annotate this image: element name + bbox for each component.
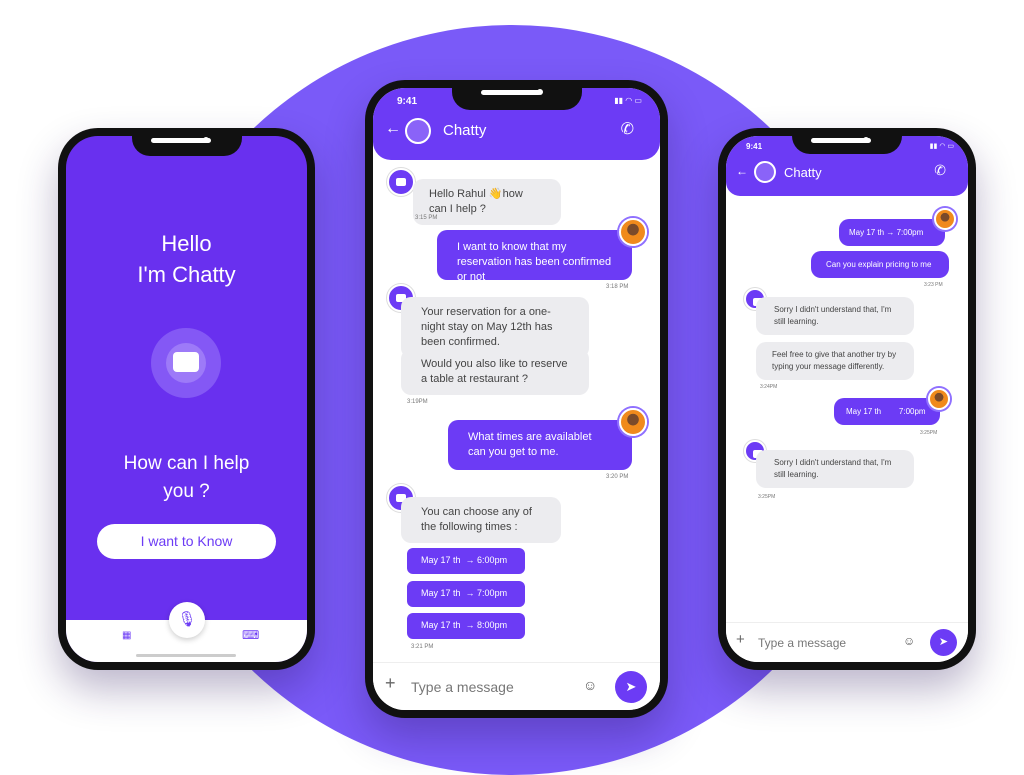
back-arrow-icon[interactable]: ← [385, 120, 401, 138]
status-time: 9:41 [397, 96, 418, 107]
message-bot: You can choose any of the following time… [401, 497, 561, 543]
bot-avatar [405, 118, 431, 144]
emoji-icon[interactable]: ☺ [583, 677, 597, 693]
message-time: 3:18 PM [606, 284, 629, 290]
notch [131, 128, 242, 156]
help-prompt: How can I help you ? [123, 453, 250, 502]
plus-icon[interactable]: + [736, 631, 745, 648]
notch [451, 80, 582, 110]
home-indicator [136, 654, 236, 657]
user-avatar [619, 218, 647, 246]
greeting: Hello [161, 231, 212, 256]
send-button[interactable]: ➤ [615, 671, 647, 703]
message-time: 3:19PM [407, 399, 428, 405]
plus-icon[interactable]: + [385, 673, 396, 694]
message-bot: Sorry I didn't understand that, I'm stil… [756, 450, 914, 488]
input-bar: + Type a message ☺ ➤ [726, 622, 968, 662]
chat-title: Chatty [784, 165, 822, 180]
bot-logo-icon [151, 328, 221, 398]
user-avatar [934, 208, 956, 230]
status-time: 9:41 [746, 142, 763, 151]
grid-icon[interactable]: ▦ [122, 630, 131, 641]
user-avatar [928, 388, 950, 410]
phone-call-icon[interactable]: ✆ [934, 162, 946, 179]
i-want-to-know-button[interactable]: I want to Know [97, 524, 276, 559]
chat-screen: 9:41 ▮▮ ◠ ▭ ← Chatty ✆ Hello Rahul 👋how … [373, 88, 660, 710]
mic-button[interactable]: 🎙 [169, 602, 205, 638]
user-avatar [619, 408, 647, 436]
message-time: 3:24PM [760, 384, 778, 390]
time-option-button[interactable]: May 17 th → 7:00pm [407, 581, 525, 607]
status-icons: ▮▮ ◠ ▭ [614, 96, 642, 105]
bot-avatar [754, 161, 776, 183]
welcome-screen: Hello I'm Chatty How can I help you ? I … [66, 136, 307, 662]
send-button[interactable]: ➤ [930, 629, 957, 656]
message-input[interactable]: Type a message [411, 679, 514, 695]
phone-chat-main: 9:41 ▮▮ ◠ ▭ ← Chatty ✆ Hello Rahul 👋how … [365, 80, 668, 718]
input-bar: + Type a message ☺ ➤ [373, 662, 660, 710]
message-bot: Sorry I didn't understand that, I'm stil… [756, 297, 914, 335]
chat-title: Chatty [443, 122, 487, 139]
time-option-button[interactable]: May 17 th → 8:00pm [407, 613, 525, 639]
message-bot: Feel free to give that another try by ty… [756, 342, 914, 380]
chat-screen: 9:41 ▮▮ ◠ ▭ ← Chatty ✆ May 17 th → 7:00p… [726, 136, 968, 662]
message-user: Can you explain pricing to me [811, 251, 949, 278]
time-option-button[interactable]: May 17 th → 6:00pm [407, 548, 525, 574]
message-time: 3:21 PM [411, 644, 434, 650]
message-bot: Would you also like to reserve a table a… [401, 349, 589, 395]
notch [792, 128, 902, 154]
message-user: I want to know that my reservation has b… [437, 230, 632, 283]
bot-avatar-icon [387, 168, 415, 196]
message-time: 3:25PM [758, 494, 776, 500]
phone-call-icon[interactable]: ✆ [621, 119, 634, 139]
message-user: May 17 th → 7:00pm [839, 219, 945, 246]
message-user: What times are availablet can you get to… [448, 420, 632, 470]
keyboard-icon[interactable]: ⌨ [242, 628, 259, 642]
message-input[interactable]: Type a message [758, 636, 846, 650]
message-time: 3:25PM [920, 430, 938, 436]
back-arrow-icon[interactable]: ← [736, 164, 748, 178]
message-time: 3:15 PM [415, 215, 438, 221]
message-user: May 17 th 7:00pm [834, 398, 940, 425]
status-icons: ▮▮ ◠ ▭ [929, 143, 954, 150]
message-time: 3:23 PM [924, 282, 943, 288]
emoji-icon[interactable]: ☺ [903, 634, 915, 648]
bot-name: I'm Chatty [137, 262, 236, 287]
message-time: 3:20 PM [606, 474, 629, 480]
phone-chat-secondary: 9:41 ▮▮ ◠ ▭ ← Chatty ✆ May 17 th → 7:00p… [718, 128, 976, 670]
phone-welcome: Hello I'm Chatty How can I help you ? I … [58, 128, 315, 670]
